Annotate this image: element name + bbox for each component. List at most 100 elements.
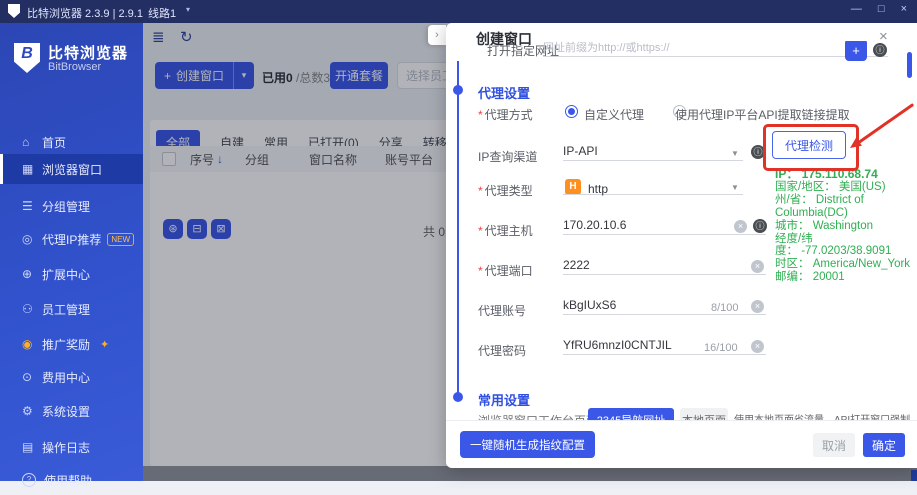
help-icon: ? bbox=[22, 473, 36, 487]
proxy-host-label: *代理主机 bbox=[478, 222, 533, 239]
workbench-note: 使用本地页面省流量，API打开窗口强制 bbox=[734, 411, 910, 420]
workbench-nav-option[interactable]: 2345导航网址 bbox=[588, 408, 674, 420]
brand-title: 比特浏览器 bbox=[48, 42, 128, 63]
clear-icon[interactable]: × bbox=[734, 220, 747, 233]
brand-subtitle: BitBrowser bbox=[48, 61, 101, 73]
required-mark: * bbox=[478, 184, 483, 198]
proxy-pass-value: YfRU6mnzI0CNTJIL bbox=[563, 338, 672, 352]
dialog-scrollbar-thumb[interactable] bbox=[907, 52, 912, 78]
cancel-button[interactable]: 取消 bbox=[813, 433, 855, 457]
common-section-title: 常用设置 bbox=[478, 390, 530, 409]
required-mark: * bbox=[478, 224, 483, 238]
chevron-right-icon: › bbox=[435, 29, 439, 41]
result-timezone: 时区： America/New_York bbox=[775, 258, 917, 271]
home-icon: ⌂ bbox=[22, 135, 42, 149]
proxy-type-label: *代理类型 bbox=[478, 182, 533, 199]
chevron-down-icon[interactable]: ▾ bbox=[186, 5, 190, 14]
sidebar-item-proxy-ip[interactable]: ◎ 代理IP推荐 NEW bbox=[0, 224, 143, 254]
annotation-arrow bbox=[850, 104, 913, 148]
clear-icon[interactable]: × bbox=[751, 340, 764, 353]
dialog-collapse-tab[interactable]: › bbox=[428, 25, 446, 45]
result-zipcode: 邮编： 20001 bbox=[775, 271, 917, 284]
chevron-down-icon[interactable]: ▼ bbox=[731, 183, 739, 192]
generate-fingerprint-button[interactable]: 一键随机生成指纹配置 bbox=[460, 431, 595, 458]
ip-channel-select[interactable]: IP-API bbox=[563, 142, 743, 161]
result-lnglat: 度： -77.0203/38.9091 bbox=[775, 245, 917, 258]
close-window-button[interactable]: × bbox=[901, 3, 907, 15]
sidebar-item-promotion-rewards[interactable]: ◉ 推广奖励 ✦ bbox=[0, 329, 143, 359]
workbench-label: 浏览器窗口工作台页面 bbox=[478, 412, 598, 420]
sidebar: B 比特浏览器 BitBrowser ⌂ 首页 ▦ 浏览器窗口 ☰ 分组管理 ◎… bbox=[0, 23, 143, 481]
sidebar-item-label: 浏览器窗口 bbox=[42, 161, 102, 178]
sidebar-item-operation-log[interactable]: ▤ 操作日志 bbox=[0, 432, 143, 462]
info-icon[interactable]: ⓘ bbox=[753, 219, 767, 233]
sidebar-item-billing-center[interactable]: ⊙ 费用中心 bbox=[0, 362, 143, 392]
reward-icon: ◉ bbox=[22, 337, 42, 351]
section-dot bbox=[453, 85, 463, 95]
proxy-check-result: IP： 175.110.68.74 国家/地区： 美国(US) 州/省： Dis… bbox=[775, 168, 917, 284]
result-state2: Columbia(DC) bbox=[775, 207, 917, 220]
line-selector[interactable]: 线路1 bbox=[148, 5, 176, 21]
open-url-placeholder: 网址前缀为http://或https:// bbox=[543, 42, 670, 54]
clear-icon[interactable]: × bbox=[751, 300, 764, 313]
clear-icon[interactable]: × bbox=[751, 260, 764, 273]
proxy-user-value: kBgIUxS6 bbox=[563, 298, 616, 312]
sidebar-item-label: 系统设置 bbox=[42, 403, 90, 420]
sidebar-item-home[interactable]: ⌂ 首页 bbox=[0, 127, 143, 157]
open-url-input[interactable]: 网址前缀为http://或https:// bbox=[543, 41, 888, 57]
dialog-scroll-area: 打开指定网址 网址前缀为http://或https:// + ⓘ 代理设置 *代… bbox=[446, 41, 917, 420]
app-logo-icon bbox=[8, 4, 20, 18]
sidebar-item-label: 扩展中心 bbox=[42, 266, 90, 283]
users-icon: ⚇ bbox=[22, 302, 42, 316]
sidebar-item-employee-management[interactable]: ⚇ 员工管理 bbox=[0, 294, 143, 324]
workbench-local-option[interactable]: 本地页面 bbox=[680, 408, 728, 420]
radio-api-proxy-label[interactable]: 使用代理IP平台API提取链接提取 bbox=[675, 106, 850, 123]
billing-icon: ⊙ bbox=[22, 370, 42, 384]
radio-custom-proxy[interactable] bbox=[565, 105, 578, 118]
app-title: 比特浏览器 2.3.9 | 2.9.1 bbox=[27, 5, 143, 21]
radio-custom-proxy-label[interactable]: 自定义代理 bbox=[584, 106, 644, 123]
proxy-host-value: 170.20.10.6 bbox=[563, 218, 626, 232]
sidebar-item-help[interactable]: ? 使用帮助 bbox=[0, 465, 143, 495]
info-icon[interactable]: ⓘ bbox=[873, 43, 887, 57]
sparkle-icon: ✦ bbox=[100, 338, 109, 351]
sidebar-item-label: 使用帮助 bbox=[44, 472, 92, 489]
sidebar-item-label: 推广奖励 bbox=[42, 336, 90, 353]
gear-icon: ⚙ bbox=[22, 404, 42, 418]
minimize-button[interactable]: — bbox=[851, 3, 862, 15]
section-dot bbox=[453, 392, 463, 402]
section-timeline bbox=[457, 61, 459, 397]
confirm-button[interactable]: 确定 bbox=[863, 433, 905, 457]
char-counter: 16/100 bbox=[704, 342, 738, 354]
sidebar-item-label: 分组管理 bbox=[42, 198, 90, 215]
extension-icon: ⊕ bbox=[22, 267, 42, 281]
required-mark: * bbox=[478, 264, 483, 278]
add-url-button[interactable]: + bbox=[845, 41, 867, 61]
ip-channel-value: IP-API bbox=[563, 144, 598, 158]
sidebar-item-extension-center[interactable]: ⊕ 扩展中心 bbox=[0, 259, 143, 289]
sidebar-item-system-settings[interactable]: ⚙ 系统设置 bbox=[0, 396, 143, 426]
proxy-port-input[interactable]: 2222 bbox=[563, 256, 766, 275]
sidebar-item-browser-windows[interactable]: ▦ 浏览器窗口 bbox=[0, 154, 143, 184]
window-titlebar: 比特浏览器 2.3.9 | 2.9.1 线路1 ▾ — □ × bbox=[0, 0, 917, 23]
chevron-down-icon[interactable]: ▼ bbox=[731, 149, 739, 158]
char-counter: 8/100 bbox=[711, 302, 739, 314]
sidebar-item-label: 代理IP推荐 bbox=[42, 231, 101, 248]
maximize-button[interactable]: □ bbox=[878, 3, 885, 15]
proxy-method-label: *代理方式 bbox=[478, 106, 533, 123]
sidebar-item-label: 费用中心 bbox=[42, 369, 90, 386]
required-mark: * bbox=[478, 108, 483, 122]
proxy-type-value: http bbox=[588, 182, 608, 196]
sidebar-item-label: 操作日志 bbox=[42, 439, 90, 456]
result-state: 州/省： District of bbox=[775, 194, 917, 207]
annotation-highlight-box bbox=[763, 124, 859, 171]
log-icon: ▤ bbox=[22, 440, 42, 454]
dialog-footer: 一键随机生成指纹配置 取消 确定 bbox=[446, 420, 917, 468]
proxy-user-label: 代理账号 bbox=[478, 302, 526, 319]
sidebar-item-group-management[interactable]: ☰ 分组管理 bbox=[0, 191, 143, 221]
create-window-dialog: 创建窗口 × 打开指定网址 网址前缀为http://或https:// + ⓘ … bbox=[446, 23, 917, 467]
brand-letter: B bbox=[14, 45, 40, 63]
proxy-port-label: *代理端口 bbox=[478, 262, 533, 279]
proxy-pass-label: 代理密码 bbox=[478, 342, 526, 359]
layers-icon: ☰ bbox=[22, 199, 42, 213]
